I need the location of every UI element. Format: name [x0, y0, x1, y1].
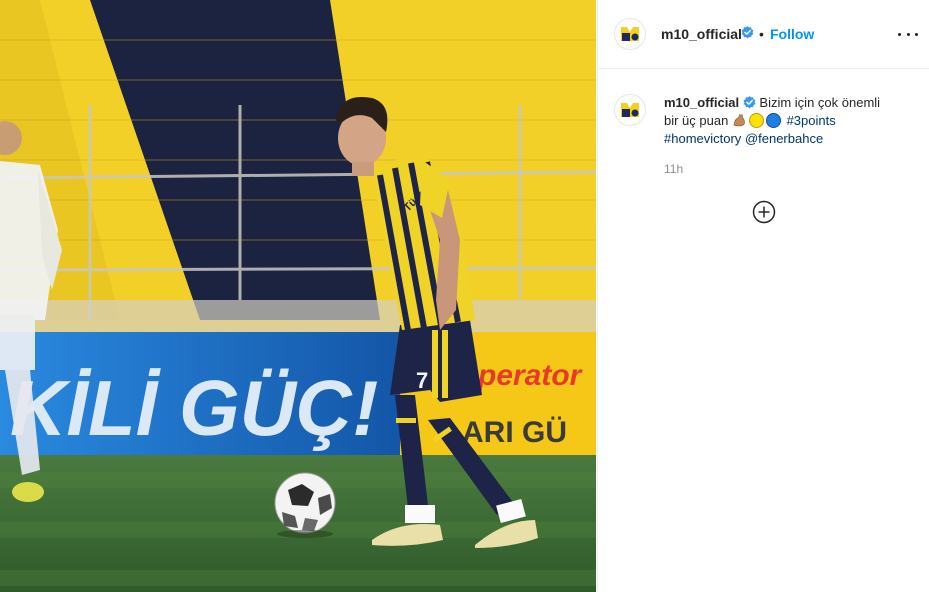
blue-circle-icon: [765, 113, 781, 128]
load-more-comments-icon[interactable]: [752, 200, 776, 224]
avatar[interactable]: [614, 18, 646, 50]
shorts-number: 7: [416, 368, 428, 393]
hashtag-homevictory[interactable]: #homevictory: [664, 131, 741, 146]
post-image: KİLİ GÜÇ! perator ARI GÜ 7 Türk: [0, 0, 596, 592]
banner-text: KİLİ GÜÇ!: [10, 364, 378, 452]
follow-button[interactable]: Follow: [770, 26, 814, 42]
m10-logo-icon: [614, 94, 646, 126]
m10-logo-icon: [614, 18, 646, 50]
more-options-icon[interactable]: [898, 24, 918, 44]
caption-line-2: bir üç puan: [664, 113, 729, 128]
header-username[interactable]: m10_official: [661, 26, 742, 42]
post-photo[interactable]: KİLİ GÜÇ! perator ARI GÜ 7 Türk: [0, 0, 596, 592]
caption-avatar[interactable]: [614, 94, 646, 126]
sponsor-text-2: ARI GÜ: [462, 416, 567, 449]
post-timestamp[interactable]: 11h: [664, 162, 683, 176]
post-side-panel: m10_official • Follow m10_official Bizim…: [597, 0, 929, 592]
flexed-biceps-icon: [733, 114, 745, 127]
verified-badge-icon: [743, 96, 756, 109]
caption-line-1: Bizim için çok önemli: [759, 95, 881, 110]
sponsor-text: perator: [477, 359, 584, 392]
caption-username[interactable]: m10_official: [664, 95, 739, 110]
mention-fenerbahce[interactable]: @fenerbahce: [745, 131, 823, 146]
separator-dot: •: [759, 26, 764, 42]
caption-text: m10_official Bizim için çok önemli bir ü…: [664, 94, 914, 148]
verified-badge-icon: [741, 26, 754, 39]
yellow-circle-icon: [748, 113, 764, 128]
post-header: m10_official • Follow: [598, 0, 929, 69]
hashtag-3points[interactable]: #3points: [787, 113, 836, 128]
